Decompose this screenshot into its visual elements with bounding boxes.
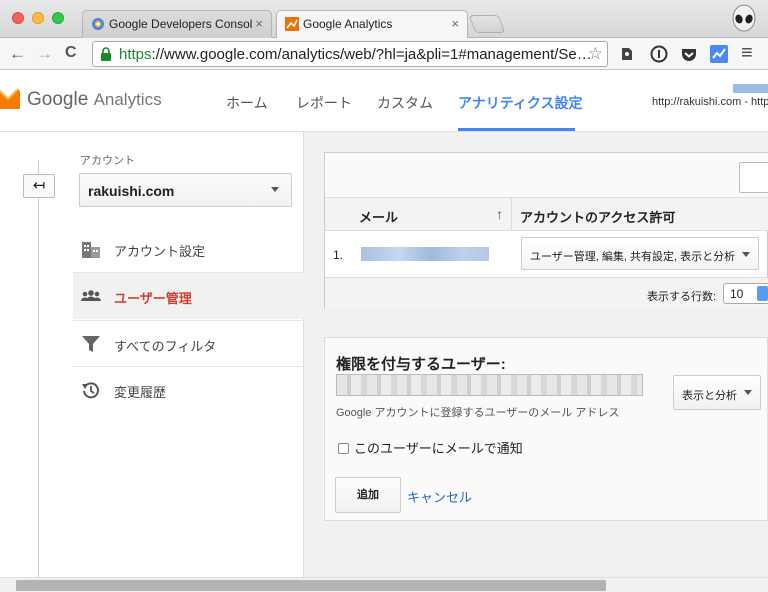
column-label: アカウントのアクセス許可 <box>520 210 676 225</box>
sidebar-item-label: ユーザー管理 <box>114 291 192 306</box>
sidebar-item-label: 変更履歴 <box>114 385 167 400</box>
form-title: 権限を付与するユーザー: <box>336 356 506 373</box>
sidebar-item-label: アカウント設定 <box>114 244 206 259</box>
evernote-extension-icon[interactable] <box>618 45 636 63</box>
chevron-down-icon <box>742 252 750 257</box>
chevron-down-icon <box>744 390 752 395</box>
add-user-form: 権限を付与するユーザー: Google アカウントに登録するユーザーのメール ア… <box>324 337 768 521</box>
user-email-blurred <box>361 247 489 261</box>
forward-arrow-icon[interactable]: → <box>36 44 53 64</box>
analytics-extension-icon[interactable] <box>710 45 728 63</box>
email-hint: Google アカウントに登録するユーザーのメール アドレス <box>336 407 620 419</box>
chevron-down-icon <box>271 187 279 192</box>
tab-title: Google Developers Consol <box>109 17 253 31</box>
building-icon <box>82 242 100 258</box>
nav-custom[interactable]: カスタム <box>377 93 433 113</box>
developers-console-icon <box>92 18 104 30</box>
bookmark-star-icon[interactable]: ☆ <box>588 44 603 64</box>
tab-title: Google Analytics <box>303 17 393 31</box>
table-footer: 表示する行数: 10 <box>325 277 768 309</box>
reload-icon[interactable]: C <box>65 44 77 62</box>
active-item-pointer <box>303 289 311 307</box>
browser-tab-bar: Google Developers Consol × Google Analyt… <box>0 0 768 39</box>
grant-permission-select[interactable]: 表示と分析 <box>673 375 761 410</box>
scrollbar-thumb[interactable] <box>16 580 606 591</box>
close-tab-icon[interactable]: × <box>451 16 459 31</box>
stepper-icon <box>757 286 768 301</box>
close-tab-icon[interactable]: × <box>255 16 263 31</box>
url-text: ://www.google.com/analytics/web/?hl=ja&p… <box>151 46 592 63</box>
analytics-logo-icon <box>0 88 20 109</box>
column-label: メール <box>359 210 399 225</box>
admin-sidebar: ↤ アカウント rakuishi.com アカウント設定 ユーザー管理 すべての… <box>0 132 311 577</box>
browser-toolbar: ← → C https://www.google.com/analytics/w… <box>0 38 768 70</box>
minimize-window-button[interactable] <box>32 12 44 24</box>
permission-select[interactable]: ユーザー管理, 編集, 共有設定, 表示と分析 <box>521 237 759 270</box>
notify-checkbox[interactable]: このユーザーにメールで通知 <box>338 438 523 457</box>
permission-value: ユーザー管理, 編集, 共有設定, 表示と分析 <box>530 251 736 263</box>
back-button[interactable]: ↤ <box>23 174 55 198</box>
logo-product: Analytics <box>93 90 162 109</box>
table-header-email[interactable]: メール ↑ <box>351 198 511 231</box>
table-toolbar <box>325 153 768 198</box>
lock-icon <box>101 47 111 61</box>
main-content: ↤ アカウント rakuishi.com アカウント設定 ユーザー管理 すべての… <box>0 132 768 577</box>
account-value: rakuishi.com <box>88 183 175 199</box>
add-button[interactable]: 追加 <box>335 477 401 513</box>
sort-ascending-icon: ↑ <box>496 206 503 222</box>
zoom-window-button[interactable] <box>52 12 64 24</box>
rows-per-page-label: 表示する行数: <box>647 291 717 303</box>
info-extension-icon[interactable] <box>650 45 668 63</box>
notify-label: このユーザーにメールで通知 <box>354 441 523 456</box>
analytics-header: Google Analytics ホーム レポート カスタム アナリティクス設定… <box>0 71 768 132</box>
address-bar[interactable]: https://www.google.com/analytics/web/?hl… <box>92 41 608 67</box>
horizontal-scrollbar[interactable] <box>0 577 768 592</box>
menu-icon[interactable]: ≡ <box>741 42 753 65</box>
sidebar-item-label: すべてのフィルタ <box>114 339 217 354</box>
sidebar-item-account-settings[interactable]: アカウント設定 <box>73 226 304 272</box>
cancel-link[interactable]: キャンセル <box>407 487 472 506</box>
checkbox[interactable] <box>338 443 349 454</box>
logo-google: Google <box>27 89 89 110</box>
user-permissions-table: メール ↑ アカウントのアクセス許可 1. ユーザー管理, 編集, 共有設定, … <box>324 152 768 309</box>
filter-icon <box>82 336 100 352</box>
row-number: 1. <box>333 248 344 262</box>
grant-permission-value: 表示と分析 <box>682 390 737 402</box>
rows-per-page-value: 10 <box>730 287 744 301</box>
nav-home[interactable]: ホーム <box>226 93 268 113</box>
user-profile-icon[interactable] <box>730 4 758 36</box>
url-scheme: https <box>119 46 152 63</box>
table-header-permissions[interactable]: アカウントのアクセス許可 <box>511 198 768 231</box>
sidebar-item-filters[interactable]: すべてのフィルタ <box>73 321 304 367</box>
timeline-line <box>38 160 39 577</box>
analytics-logo-text[interactable]: Google Analytics <box>27 89 162 111</box>
nav-admin[interactable]: アナリティクス設定 <box>458 93 582 113</box>
table-header-number <box>325 198 351 231</box>
analytics-icon <box>285 17 299 31</box>
close-window-button[interactable] <box>12 12 24 24</box>
account-label: アカウント <box>80 155 135 167</box>
account-url[interactable]: http://rakuishi.com - http <box>652 96 768 108</box>
sidebar-item-change-history[interactable]: 変更履歴 <box>73 367 304 413</box>
nav-reports[interactable]: レポート <box>296 93 352 113</box>
account-email-blurred <box>733 84 768 93</box>
active-nav-underline <box>458 128 575 131</box>
tab-developers-console[interactable]: Google Developers Consol × <box>82 10 272 38</box>
account-select[interactable]: rakuishi.com <box>79 173 292 207</box>
rows-per-page-select[interactable]: 10 <box>723 283 768 304</box>
history-icon <box>82 382 99 399</box>
pocket-extension-icon[interactable] <box>680 45 698 63</box>
user-email-input[interactable] <box>336 374 643 396</box>
users-icon <box>81 290 101 301</box>
tab-google-analytics[interactable]: Google Analytics × <box>276 10 468 39</box>
back-arrow-icon[interactable]: ← <box>9 44 26 64</box>
new-tab-button[interactable] <box>468 15 506 33</box>
sidebar-item-user-management[interactable]: ユーザー管理 <box>73 273 304 319</box>
table-search-input[interactable] <box>739 162 768 193</box>
